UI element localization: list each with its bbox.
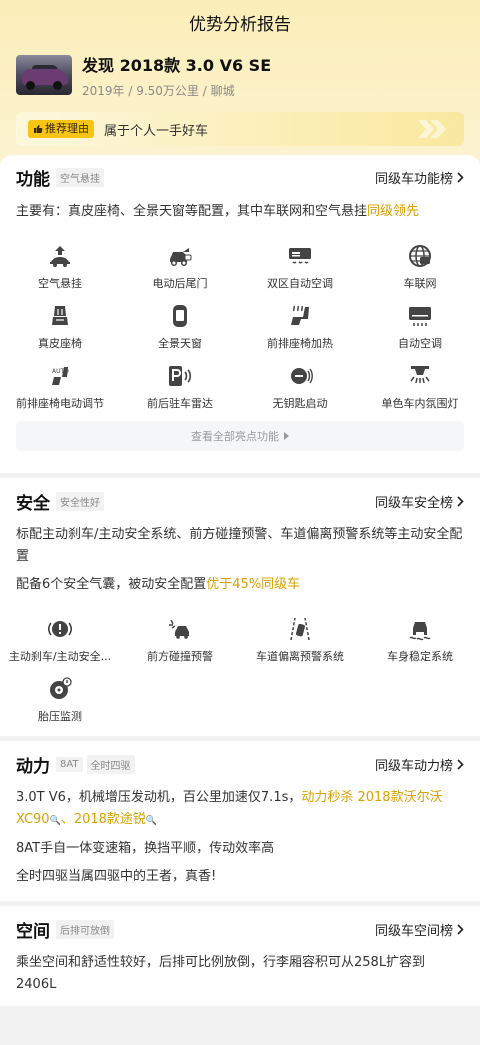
safety-rank-link[interactable]: 同级车安全榜 [375, 492, 464, 511]
feature-parking-radar[interactable]: 前后驻车雷达 [120, 357, 240, 417]
tire-pressure-icon [50, 677, 72, 699]
telematics-icon [409, 245, 431, 267]
feature-leather-seat[interactable]: 真皮座椅 [0, 297, 120, 357]
feature-air-suspension[interactable]: 空气悬挂 [0, 237, 120, 297]
thumbs-up-icon [34, 125, 43, 133]
feature-collision-warning[interactable]: 前方碰撞预警 [120, 610, 240, 670]
car-summary[interactable]: 发现 2018款 3.0 V6 SE 2019年 / 9.50万公里 / 聊城 [0, 44, 480, 100]
function-tag: 空气悬挂 [56, 167, 104, 187]
function-feature-grid: 空气悬挂 电动后尾门 双区自动空调 车联网 真皮座椅 全景天窗 前排座椅加热 自… [0, 237, 480, 417]
safety-feature-grid: 主动刹车/主动安全... 前方碰撞预警 车道偏离预警系统 车身稳定系统 胎压监测 [0, 610, 480, 730]
function-section: 功能 空气悬挂 同级车功能榜 主要有：真皮座椅、全景天窗等配置，其中车联网和空气… [0, 155, 480, 473]
feature-power-tailgate[interactable]: 电动后尾门 [120, 237, 240, 297]
feature-ambient-light[interactable]: 单色车内氛围灯 [360, 357, 480, 417]
active-brake-icon [47, 621, 73, 637]
ambient-light-icon [410, 366, 430, 384]
chevron-right-icon [457, 758, 464, 770]
feature-tire-pressure[interactable]: 胎压监测 [0, 670, 120, 730]
space-description: 乘坐空间和舒适性较好，后排可比例放倒，行李厢容积可从258L扩容到2406L [16, 955, 426, 992]
space-tag: 后排可放倒 [56, 919, 114, 939]
safety-title: 安全 [16, 493, 50, 514]
power-section: 动力 8AT 全时四驱 同级车动力榜 3.0T V6，机械增压发动机，百公里加速… [0, 741, 480, 901]
collision-warning-icon [169, 619, 189, 639]
svg-text:AUTO: AUTO [52, 368, 69, 375]
function-rank-link[interactable]: 同级车功能榜 [375, 168, 464, 187]
feature-active-brake[interactable]: 主动刹车/主动安全... [0, 610, 120, 670]
power-tailgate-icon [170, 248, 192, 267]
feature-lane-departure[interactable]: 车道偏离预警系统 [240, 610, 360, 670]
feature-telematics[interactable]: 车联网 [360, 237, 480, 297]
safety-section: 安全 安全性好 同级车安全榜 标配主动刹车/主动安全系统、前方碰撞预警、车道偏离… [0, 478, 480, 736]
decorative-chevron-icon [418, 120, 446, 138]
stability-control-icon [409, 622, 431, 641]
space-section: 空间 后排可放倒 同级车空间榜 乘坐空间和舒适性较好，后排可比例放倒，行李厢容积… [0, 906, 480, 1006]
compare-link-touareg[interactable]: 2018款途锐🔍 [74, 812, 157, 827]
keyless-start-icon [291, 368, 313, 384]
panoramic-sunroof-icon [173, 305, 187, 327]
recommend-reason-badge: 推荐理由 [28, 120, 94, 138]
space-title: 空间 [16, 921, 50, 942]
feature-panoramic-sunroof[interactable]: 全景天窗 [120, 297, 240, 357]
leather-seat-icon [52, 306, 68, 325]
recommend-reason-text: 属于个人一手好车 [104, 123, 209, 139]
lane-departure-icon [290, 617, 310, 641]
air-suspension-icon [50, 246, 70, 267]
safety-description-passive: 配备6个安全气囊，被动安全配置优于45%同级车 [16, 577, 301, 592]
page-header: 优势分析报告 [0, 0, 480, 44]
feature-keyless-start[interactable]: 无钥匙启动 [240, 357, 360, 417]
power-tag-transmission: 8AT [56, 756, 83, 772]
power-description-awd: 全时四驱当属四驱中的王者，真香! [16, 869, 217, 884]
feature-dual-zone-ac[interactable]: 双区自动空调 [240, 237, 360, 297]
view-all-features-button[interactable]: 查看全部亮点功能 [16, 421, 464, 451]
power-seat-icon: AUTO [52, 367, 69, 385]
chevron-right-icon [457, 495, 464, 507]
seat-heating-icon [291, 305, 309, 325]
feature-seat-heating[interactable]: 前排座椅加热 [240, 297, 360, 357]
power-description-engine: 3.0T V6，机械增压发动机，百公里加速仅7.1s，动力秒杀 2018款沃尔沃… [16, 790, 443, 827]
parking-radar-icon [169, 366, 192, 386]
power-description-gearbox: 8AT手自一体变速箱，换挡平顺，传动效率高 [16, 841, 275, 856]
car-thumbnail[interactable] [16, 55, 72, 95]
recommend-reason-banner: 推荐理由 属于个人一手好车 [16, 112, 464, 146]
search-icon: 🔍 [49, 816, 61, 826]
car-title: 发现 2018款 3.0 V6 SE [82, 55, 272, 75]
function-description: 主要有：真皮座椅、全景天窗等配置，其中车联网和空气悬挂同级领先 [16, 204, 420, 219]
search-icon: 🔍 [145, 816, 158, 826]
chevron-right-icon [457, 171, 464, 183]
dual-zone-ac-icon [289, 248, 311, 264]
car-subtitle: 2019年 / 9.50万公里 / 聊城 [82, 83, 235, 98]
power-tag-drivetrain: 全时四驱 [86, 754, 135, 774]
auto-ac-icon [409, 307, 431, 326]
caret-right-icon [284, 432, 289, 440]
space-rank-link[interactable]: 同级车空间榜 [375, 920, 464, 939]
feature-auto-ac[interactable]: 自动空调 [360, 297, 480, 357]
function-title: 功能 [16, 169, 50, 190]
safety-description-active: 标配主动刹车/主动安全系统、前方碰撞预警、车道偏离预警系统等主动安全配置 [16, 527, 463, 564]
power-rank-link[interactable]: 同级车动力榜 [375, 755, 464, 774]
page-title: 优势分析报告 [189, 14, 291, 35]
feature-stability-control[interactable]: 车身稳定系统 [360, 610, 480, 670]
power-title: 动力 [16, 756, 50, 777]
feature-power-seat[interactable]: AUTO 前排座椅电动调节 [0, 357, 120, 417]
safety-tag: 安全性好 [56, 491, 104, 511]
chevron-right-icon [457, 923, 464, 935]
